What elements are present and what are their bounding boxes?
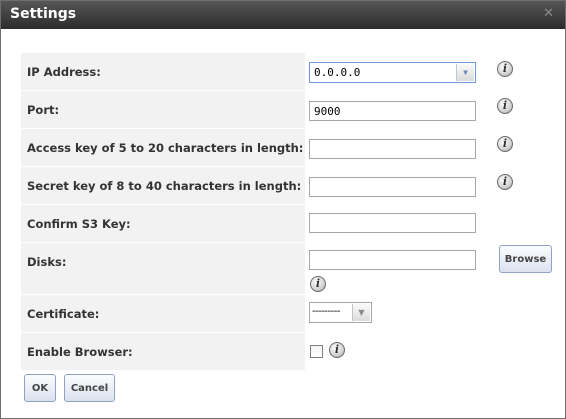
browse-button[interactable]: Browse: [499, 245, 552, 273]
ip-address-value: 0.0.0.0: [314, 66, 361, 79]
port-field[interactable]: [309, 101, 476, 121]
disks-field[interactable]: [309, 250, 476, 270]
cancel-button[interactable]: Cancel: [64, 374, 115, 402]
ip-address-label: IP Address:: [21, 53, 305, 90]
secret-key-field[interactable]: [309, 177, 476, 197]
port-label: Port:: [21, 91, 305, 128]
info-icon[interactable]: i: [497, 98, 513, 114]
secret-key-label: Secret key of 8 to 40 characters in leng…: [21, 167, 305, 204]
access-key-field[interactable]: [309, 139, 476, 159]
enable-browser-checkbox[interactable]: [310, 345, 323, 358]
info-icon[interactable]: i: [310, 276, 326, 292]
enable-browser-label: Enable Browser:: [21, 333, 305, 370]
close-icon[interactable]: ✕: [543, 6, 554, 21]
certificate-value: ---------: [312, 306, 340, 317]
chevron-down-icon[interactable]: ▼: [456, 64, 474, 81]
info-icon[interactable]: i: [497, 61, 513, 77]
dialog-title: Settings: [10, 6, 77, 22]
confirm-s3-key-field[interactable]: [309, 213, 476, 233]
info-icon[interactable]: i: [497, 136, 513, 152]
info-icon[interactable]: i: [497, 174, 513, 190]
access-key-label: Access key of 5 to 20 characters in leng…: [21, 129, 305, 166]
confirm-s3-key-label: Confirm S3 Key:: [21, 205, 305, 242]
disks-label: Disks:: [21, 243, 305, 294]
info-icon[interactable]: i: [329, 342, 345, 358]
certificate-label: Certificate:: [21, 295, 305, 332]
ip-address-select[interactable]: 0.0.0.0 ▼: [309, 62, 476, 83]
chevron-down-icon[interactable]: ▼: [352, 304, 370, 321]
dialog-titlebar[interactable]: Settings ✕: [1, 1, 565, 29]
certificate-select[interactable]: --------- ▼: [309, 302, 372, 323]
ok-button[interactable]: OK: [24, 374, 56, 402]
